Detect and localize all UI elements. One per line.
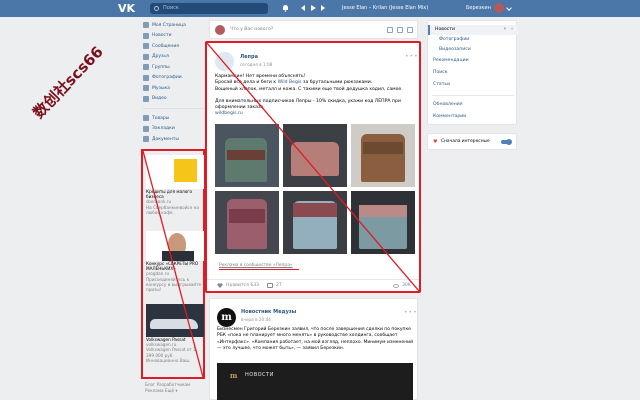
nav-item-bookmarks[interactable]: Закладки (143, 124, 205, 135)
news-filter-menu: Новости ▾ + Фотографии Видеозаписи Рекомен… (427, 20, 518, 125)
filter-icon[interactable]: ▾ (504, 25, 506, 35)
filter-articles[interactable]: Статьи (428, 80, 518, 90)
track-title[interactable]: Jesse Elan – Krilan (Jesse Elan Mix) (342, 5, 428, 11)
meduza-logo: m (230, 371, 238, 380)
nav-item-video[interactable]: Видео (143, 94, 205, 105)
post-author[interactable]: Новостник Медузы (241, 309, 296, 315)
nav-item-documents[interactable]: Документы (143, 134, 205, 145)
nav-label: Товары (152, 115, 170, 121)
left-nav: Моя Страница Новости Сообщения Друзья Гр… (143, 20, 205, 145)
filter-label: Новости (435, 27, 455, 32)
search-icon (154, 6, 159, 11)
play-icon[interactable] (310, 5, 316, 11)
post-image[interactable]: m НОВОСТИ (217, 363, 413, 400)
home-icon (143, 22, 149, 29)
groups-icon (143, 64, 149, 71)
post-composer[interactable]: Что у Вас нового? (209, 20, 418, 39)
more-icon[interactable]: ••• (404, 309, 418, 316)
filter-news[interactable]: Новости ▾ + (428, 25, 518, 35)
filter-recommendations[interactable]: Рекомендации (428, 56, 518, 66)
music-icon (143, 85, 149, 92)
news-post-meduza: m Новостник Медузы вчера в 20:44 ••• Биз… (209, 298, 418, 400)
nav-item-messages[interactable]: Сообщения (143, 41, 205, 52)
author-avatar[interactable]: m (217, 308, 236, 327)
filter-photos[interactable]: Фотографии (428, 35, 518, 45)
avatar (215, 25, 225, 35)
bell-icon[interactable] (282, 4, 289, 12)
next-track-icon[interactable] (320, 5, 326, 11)
filter-updates[interactable]: Обновления (428, 100, 518, 110)
nav-item-photos[interactable]: Фотографии (143, 73, 205, 84)
video-icon[interactable] (397, 27, 403, 33)
top-header: VK Поиск Jesse Elan – Krilan (Jesse Elan… (0, 0, 640, 17)
video-icon (143, 95, 149, 102)
nav-item-my-page[interactable]: Моя Страница (143, 20, 205, 31)
setting-label: Сначала интересные (441, 139, 490, 144)
photos-icon (143, 74, 149, 81)
camera-icon[interactable] (387, 27, 393, 33)
add-icon[interactable]: + (510, 25, 514, 35)
chevron-down-icon[interactable] (506, 5, 512, 11)
nav-label: Закладки (152, 126, 175, 132)
nav-label: Группы (152, 64, 170, 70)
nav-item-friends[interactable]: Друзья (143, 52, 205, 63)
nav-label: Новости (152, 33, 172, 39)
annotation-cross-line (143, 151, 203, 377)
friends-icon (143, 53, 149, 60)
filter-videos[interactable]: Видеозаписи (428, 45, 518, 55)
goods-icon (143, 115, 149, 122)
nav-label: Видео (152, 96, 167, 102)
nav-item-news[interactable]: Новости (143, 31, 205, 42)
interesting-first-toggle[interactable] (501, 139, 512, 145)
ad-post-lepra: Лепра сегодня в 1:08 ••• Кармамкин! Нет … (205, 41, 421, 293)
nav-label: Музыка (152, 85, 170, 91)
vk-logo[interactable]: VK (118, 2, 135, 15)
messages-icon (143, 43, 149, 50)
watermark-text: 数创社scs66 (29, 42, 107, 122)
filter-comments[interactable]: Комментарии (428, 112, 518, 122)
nav-label: Друзья (152, 54, 169, 60)
audio-player: Jesse Elan – Krilan (Jesse Elan Mix) (300, 4, 450, 13)
footer-links[interactable]: Реклама Ещё ▾ (145, 388, 205, 394)
prev-track-icon[interactable] (300, 5, 306, 11)
user-name[interactable]: Березкин (466, 5, 491, 11)
music-icon[interactable] (407, 27, 413, 33)
left-ads-block: Кредиты для малого бизнеса sberbank.ru Н… (141, 149, 205, 379)
news-icon (143, 32, 149, 39)
search-input[interactable]: Поиск (150, 3, 268, 14)
filter-search[interactable]: Поиск (428, 68, 518, 78)
divider (432, 95, 514, 96)
nav-label: Моя Страница (152, 22, 186, 28)
left-footer: Блог Разработчикам Реклама Ещё ▾ (145, 382, 205, 394)
nav-item-music[interactable]: Музыка (143, 83, 205, 94)
nav-divider (143, 108, 205, 109)
documents-icon (143, 136, 149, 143)
post-date[interactable]: вчера в 20:44 (241, 317, 271, 322)
heart-icon: ♥ (433, 139, 438, 145)
interesting-first-setting: ♥ Сначала интересные (427, 133, 517, 150)
composer-placeholder[interactable]: Что у Вас нового? (230, 27, 273, 32)
annotation-cross-line (207, 43, 419, 291)
post-text: Бизнесмен Григорий Березкин заявил, что … (217, 327, 413, 351)
bookmarks-icon (143, 125, 149, 132)
nav-label: Документы (152, 136, 179, 142)
nav-label: Сообщения (152, 43, 180, 49)
banner-text: НОВОСТИ (245, 372, 274, 378)
search-placeholder: Поиск (163, 5, 179, 11)
user-avatar[interactable] (494, 3, 504, 13)
nav-item-goods[interactable]: Товары (143, 113, 205, 124)
nav-label: Фотографии (152, 75, 182, 81)
nav-item-groups[interactable]: Группы (143, 62, 205, 73)
